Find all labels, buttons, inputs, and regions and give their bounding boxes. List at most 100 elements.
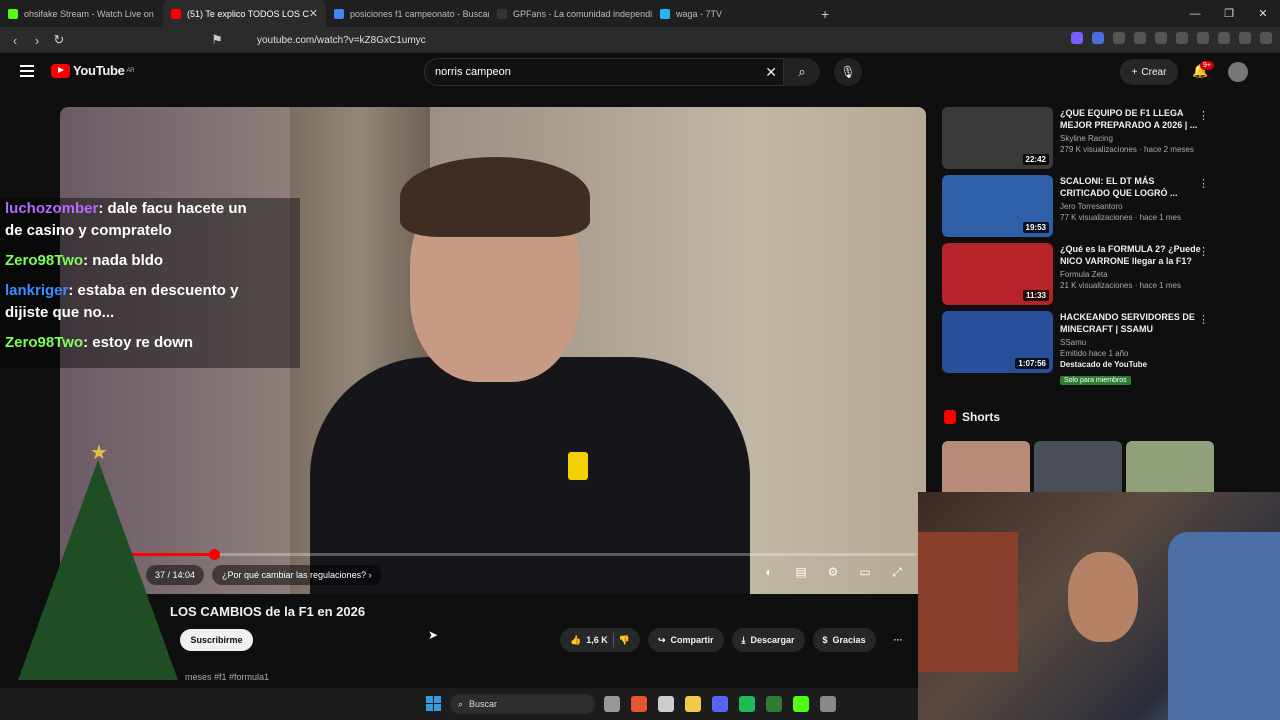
download-button[interactable]: ⤓ Descargar: [731, 628, 805, 652]
fullscreen-icon[interactable]: ⤢: [888, 565, 906, 579]
taskbar-app-icon[interactable]: [604, 696, 620, 712]
chapter-label: ¿Por qué cambiar las regulaciones?: [222, 570, 367, 580]
video-thumbnail[interactable]: 1:07:56: [942, 311, 1053, 373]
search-button[interactable]: ⌕: [784, 58, 820, 86]
extension-icon[interactable]: [1113, 32, 1125, 44]
taskbar-app-icon[interactable]: [658, 696, 674, 712]
chat-message: Zero98Two: nada bldo: [5, 250, 300, 272]
video-meta: Emitido hace 1 año: [1060, 349, 1129, 358]
desc-tags[interactable]: #f1 #formula1: [214, 672, 269, 682]
taskbar-app-icon[interactable]: [685, 696, 701, 712]
download-icon[interactable]: [1155, 32, 1167, 44]
taskbar-app-icon[interactable]: [766, 696, 782, 712]
chat-message: luchozomber: dale facu hacete un de casin…: [5, 198, 300, 242]
tab-label: posiciones f1 campeonato - Buscar c: [350, 8, 489, 19]
forward-icon[interactable]: ›: [26, 33, 48, 48]
tab-favicon-icon: [334, 8, 344, 19]
browser-tab[interactable]: ohsifake Stream - Watch Live on: [0, 0, 163, 27]
reload-icon[interactable]: ↻: [48, 32, 70, 48]
media-icon[interactable]: [1176, 32, 1188, 44]
thanks-label: Gracias: [832, 635, 866, 645]
taskbar-app-icon[interactable]: [739, 696, 755, 712]
more-vert-icon[interactable]: ⋮: [1198, 245, 1209, 258]
tab-label: GPFans - La comunidad independien: [513, 8, 652, 19]
more-vert-icon[interactable]: ⋮: [1198, 313, 1209, 326]
channel-name[interactable]: Skyline Racing: [1060, 134, 1203, 143]
tab-label: waga - 7TV: [676, 8, 723, 19]
related-video[interactable]: 1:07:56 HACKEANDO SERVIDORES DE MINECRAFT…: [942, 311, 1217, 385]
autoplay-toggle[interactable]: ◐: [760, 565, 778, 579]
voice-search-button[interactable]: 🎙: [834, 58, 862, 86]
thumbs-up-icon: 👍: [570, 634, 582, 645]
menu-icon[interactable]: [1260, 32, 1272, 44]
subscribe-button[interactable]: Suscribirme: [180, 629, 253, 651]
theater-mode-icon[interactable]: ▭: [856, 565, 874, 579]
create-button[interactable]: + Crear: [1120, 59, 1178, 85]
more-vert-icon[interactable]: ⋮: [1198, 177, 1209, 190]
subtitles-icon[interactable]: ▤: [792, 565, 810, 579]
vpn-icon[interactable]: [1239, 32, 1251, 44]
progress-bar[interactable]: [70, 549, 916, 560]
taskbar-search[interactable]: ⌕ Buscar: [450, 694, 595, 714]
taskbar-app-icon[interactable]: [820, 696, 836, 712]
video-thumbnail[interactable]: 11:33: [942, 243, 1053, 305]
related-title[interactable]: SCALONI: EL DT MÁS CRITICADO QUE LOGRÓ .…: [1060, 175, 1203, 199]
related-video[interactable]: 22:42 ¿QUE EQUIPO DE F1 LLEGA MEJOR PREPA…: [942, 107, 1217, 169]
taskbar-app-icon[interactable]: [793, 696, 809, 712]
like-button[interactable]: 👍 1,6 K 👎: [560, 628, 640, 652]
restore-icon[interactable]: ❐: [1212, 0, 1246, 27]
channel-name[interactable]: Jero Torresantoro: [1060, 202, 1203, 211]
clear-search-icon[interactable]: ✕: [765, 64, 777, 81]
chat-username: lankriger: [5, 282, 69, 299]
scrubber-handle[interactable]: [209, 549, 220, 560]
browser-tab[interactable]: (51) Te explico TODOS LOS C ✕: [163, 0, 326, 27]
wallet-icon[interactable]: [1218, 32, 1230, 44]
video-thumbnail[interactable]: 22:42: [942, 107, 1053, 169]
video-description[interactable]: meses #f1 #formula1: [185, 672, 269, 682]
avatar[interactable]: [1228, 62, 1248, 82]
star-icon: ★: [90, 442, 108, 464]
thumbs-down-icon[interactable]: 👎: [619, 635, 630, 646]
url-field[interactable]: youtube.com/watch?v=kZ8GxC1umyc: [232, 31, 952, 49]
thanks-button[interactable]: $ Gracias: [812, 628, 876, 652]
related-title[interactable]: HACKEANDO SERVIDORES DE MINECRAFT | SSAM…: [1060, 311, 1203, 335]
related-title[interactable]: ¿Qué es la FORMULA 2? ¿Puede NICO VARRON…: [1060, 243, 1203, 267]
sidebar-icon[interactable]: [1197, 32, 1209, 44]
minimize-icon[interactable]: —: [1178, 0, 1212, 27]
browser-tab[interactable]: posiciones f1 campeonato - Buscar c: [326, 0, 489, 27]
related-video[interactable]: 11:33 ¿Qué es la FORMULA 2? ¿Puede NICO V…: [942, 243, 1217, 305]
share-button[interactable]: ↪ Compartir: [647, 628, 724, 652]
close-tab-icon[interactable]: ✕: [309, 7, 318, 20]
channel-name[interactable]: Formula Zeta: [1060, 270, 1203, 279]
search-value: norris campeon: [435, 66, 511, 78]
close-window-icon[interactable]: ✕: [1246, 0, 1280, 27]
webcam-overlay: [918, 492, 1280, 720]
windows-start-icon[interactable]: [426, 696, 441, 711]
chat-text: : estoy re down: [83, 334, 194, 351]
back-icon[interactable]: ‹: [4, 33, 26, 48]
browser-tab[interactable]: GPFans - La comunidad independien: [489, 0, 652, 27]
search-input[interactable]: norris campeon ✕: [424, 58, 784, 86]
settings-icon[interactable]: ⚙: [824, 565, 842, 579]
menu-icon[interactable]: [20, 65, 34, 77]
video-thumbnail[interactable]: 19:53: [942, 175, 1053, 237]
more-vert-icon[interactable]: ⋮: [1198, 109, 1209, 122]
members-only-badge: Solo para miembros: [1060, 376, 1131, 385]
new-tab-button[interactable]: +: [821, 6, 829, 22]
more-actions-button[interactable]: ···: [884, 628, 913, 652]
chapter-button[interactable]: ¿Por qué cambiar las regulaciones? ›: [212, 565, 382, 585]
extension-icon[interactable]: [1092, 32, 1104, 44]
related-video[interactable]: 19:53 SCALONI: EL DT MÁS CRITICADO QUE LO…: [942, 175, 1217, 237]
shorts-heading: Shorts: [944, 410, 1000, 424]
browser-tab[interactable]: waga - 7TV: [652, 0, 815, 27]
channel-name[interactable]: SSamu: [1060, 338, 1203, 347]
extension-icon[interactable]: [1071, 32, 1083, 44]
related-info: HACKEANDO SERVIDORES DE MINECRAFT | SSAM…: [1053, 311, 1203, 385]
taskbar-app-icon[interactable]: [631, 696, 647, 712]
taskbar-app-icon[interactable]: [712, 696, 728, 712]
related-title[interactable]: ¿QUE EQUIPO DE F1 LLEGA MEJOR PREPARADO …: [1060, 107, 1203, 131]
share-icon: ↪: [657, 634, 666, 645]
youtube-logo[interactable]: YouTube AR: [51, 63, 135, 78]
bookmark-icon[interactable]: ⚑: [206, 32, 228, 48]
extension-icon[interactable]: [1134, 32, 1146, 44]
